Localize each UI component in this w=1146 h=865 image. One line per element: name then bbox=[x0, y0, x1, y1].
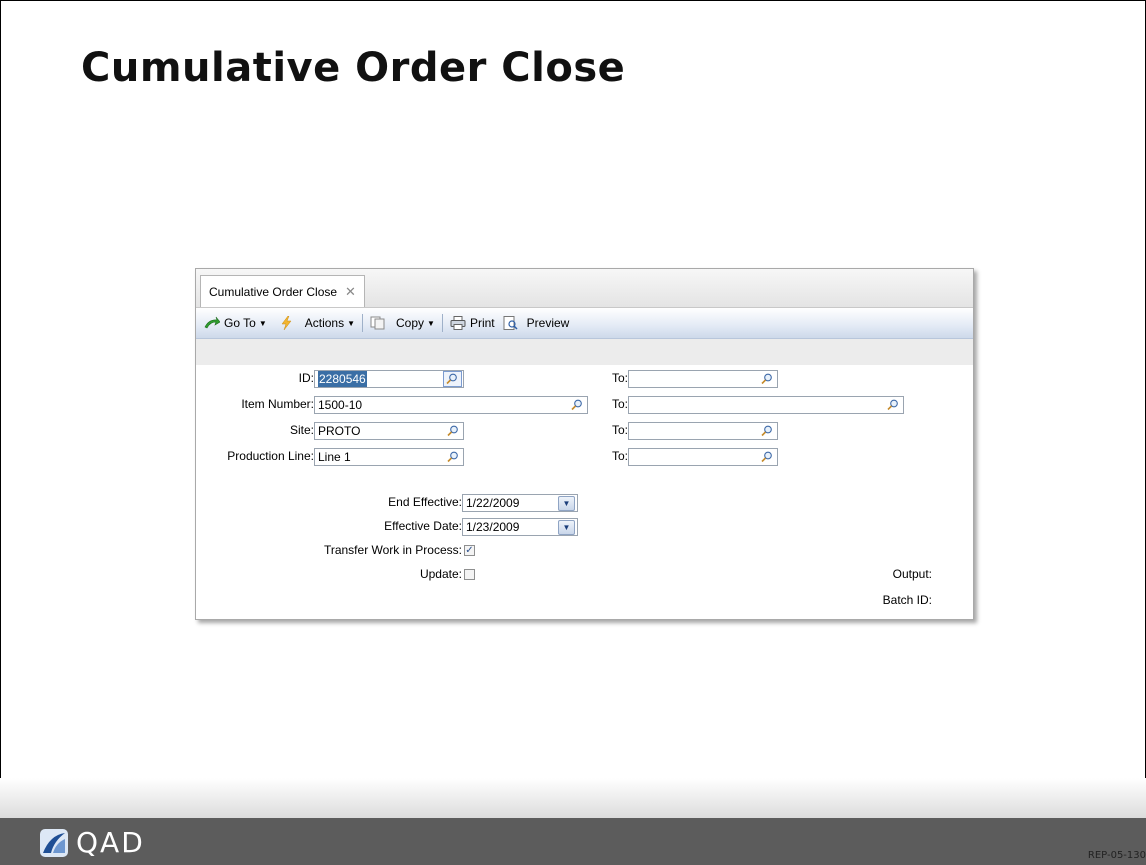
item-to-field[interactable] bbox=[628, 396, 904, 414]
update-checkbox[interactable] bbox=[464, 569, 475, 580]
item-number-value: 1500-10 bbox=[318, 398, 363, 412]
print-button[interactable]: Print bbox=[446, 311, 499, 335]
production-line-field[interactable]: Line 1 bbox=[314, 448, 464, 466]
copy-icon bbox=[370, 316, 385, 330]
end-effective-value: 1/22/2009 bbox=[466, 496, 520, 510]
effective-date-label: Effective Date: bbox=[384, 519, 462, 533]
copy-button[interactable]: Copy ▼ bbox=[366, 311, 439, 335]
preview-label: Preview bbox=[526, 316, 570, 330]
line-to-label: To: bbox=[611, 449, 628, 463]
actions-label: Actions bbox=[304, 316, 345, 330]
search-icon[interactable] bbox=[446, 424, 460, 438]
qad-logo-text: QAD bbox=[76, 826, 145, 859]
preview-button[interactable]: Preview bbox=[499, 311, 574, 335]
calendar-dropdown-button[interactable]: ▼ bbox=[558, 520, 575, 535]
search-icon[interactable] bbox=[886, 398, 900, 412]
end-effective-field[interactable]: 1/22/2009 ▼ bbox=[462, 494, 578, 512]
id-to-label: To: bbox=[611, 371, 628, 385]
goto-button[interactable]: Go To ▼ bbox=[200, 311, 271, 335]
item-number-label: Item Number: bbox=[241, 397, 314, 411]
checkmark-icon: ✓ bbox=[465, 545, 474, 556]
effective-date-value: 1/23/2009 bbox=[466, 520, 520, 534]
tab-cumulative-order-close[interactable]: Cumulative Order Close ✕ bbox=[200, 275, 365, 307]
actions-button[interactable]: Actions ▼ bbox=[275, 311, 359, 335]
app-window: Cumulative Order Close ✕ Go To ▼ Actions… bbox=[195, 268, 974, 620]
transfer-wip-checkbox[interactable]: ✓ bbox=[464, 545, 475, 556]
print-label: Print bbox=[469, 316, 495, 330]
qad-logo-icon bbox=[40, 828, 68, 857]
item-to-label: To: bbox=[611, 397, 628, 411]
id-to-field[interactable] bbox=[628, 370, 778, 388]
end-effective-label: End Effective: bbox=[388, 495, 462, 509]
id-value: 2280546 bbox=[318, 371, 367, 387]
search-icon[interactable] bbox=[760, 450, 774, 464]
site-to-label: To: bbox=[611, 423, 628, 437]
line-to-field[interactable] bbox=[628, 448, 778, 466]
site-value: PROTO bbox=[318, 424, 361, 438]
slide-title: Cumulative Order Close bbox=[81, 45, 626, 91]
production-line-label: Production Line: bbox=[227, 449, 314, 463]
toolbar-separator bbox=[362, 314, 364, 332]
id-field[interactable]: 2280546 bbox=[314, 370, 464, 388]
search-icon[interactable] bbox=[446, 450, 460, 464]
slide-code: REP-05-130 bbox=[1087, 850, 1146, 861]
footer-gradient bbox=[0, 778, 1146, 818]
search-icon[interactable] bbox=[570, 398, 584, 412]
site-field[interactable]: PROTO bbox=[314, 422, 464, 440]
calendar-dropdown-button[interactable]: ▼ bbox=[558, 496, 575, 511]
footer-bar bbox=[0, 818, 1146, 865]
qad-logo: QAD bbox=[40, 826, 145, 859]
site-label: Site: bbox=[289, 423, 314, 437]
chevron-down-icon: ▼ bbox=[427, 318, 435, 328]
toolbar-separator bbox=[441, 314, 443, 332]
tab-strip: Cumulative Order Close ✕ bbox=[196, 269, 973, 308]
chevron-down-icon: ▼ bbox=[347, 318, 356, 328]
transfer-wip-label: Transfer Work in Process: bbox=[323, 543, 462, 557]
production-line-value: Line 1 bbox=[318, 450, 351, 464]
batch-id-label: Batch ID: bbox=[882, 593, 932, 607]
preview-icon bbox=[503, 316, 518, 330]
search-icon[interactable] bbox=[443, 371, 462, 387]
form-header-band bbox=[196, 339, 973, 365]
site-to-field[interactable] bbox=[628, 422, 778, 440]
effective-date-field[interactable]: 1/23/2009 ▼ bbox=[462, 518, 578, 536]
chevron-down-icon: ▼ bbox=[258, 318, 267, 328]
search-icon[interactable] bbox=[760, 424, 774, 438]
id-label: ID: bbox=[298, 371, 314, 385]
copy-label: Copy bbox=[396, 316, 425, 330]
tab-label: Cumulative Order Close bbox=[209, 284, 338, 299]
output-label: Output: bbox=[892, 567, 932, 581]
printer-icon bbox=[450, 316, 466, 330]
lightning-icon bbox=[281, 316, 292, 330]
search-icon[interactable] bbox=[760, 372, 774, 386]
item-number-field[interactable]: 1500-10 bbox=[314, 396, 588, 414]
close-icon[interactable]: ✕ bbox=[345, 284, 356, 300]
arrow-go-icon bbox=[204, 316, 220, 329]
goto-label: Go To bbox=[224, 316, 256, 330]
update-label: Update: bbox=[419, 567, 462, 581]
toolbar: Go To ▼ Actions ▼ Copy ▼ Print Preview bbox=[196, 308, 973, 339]
